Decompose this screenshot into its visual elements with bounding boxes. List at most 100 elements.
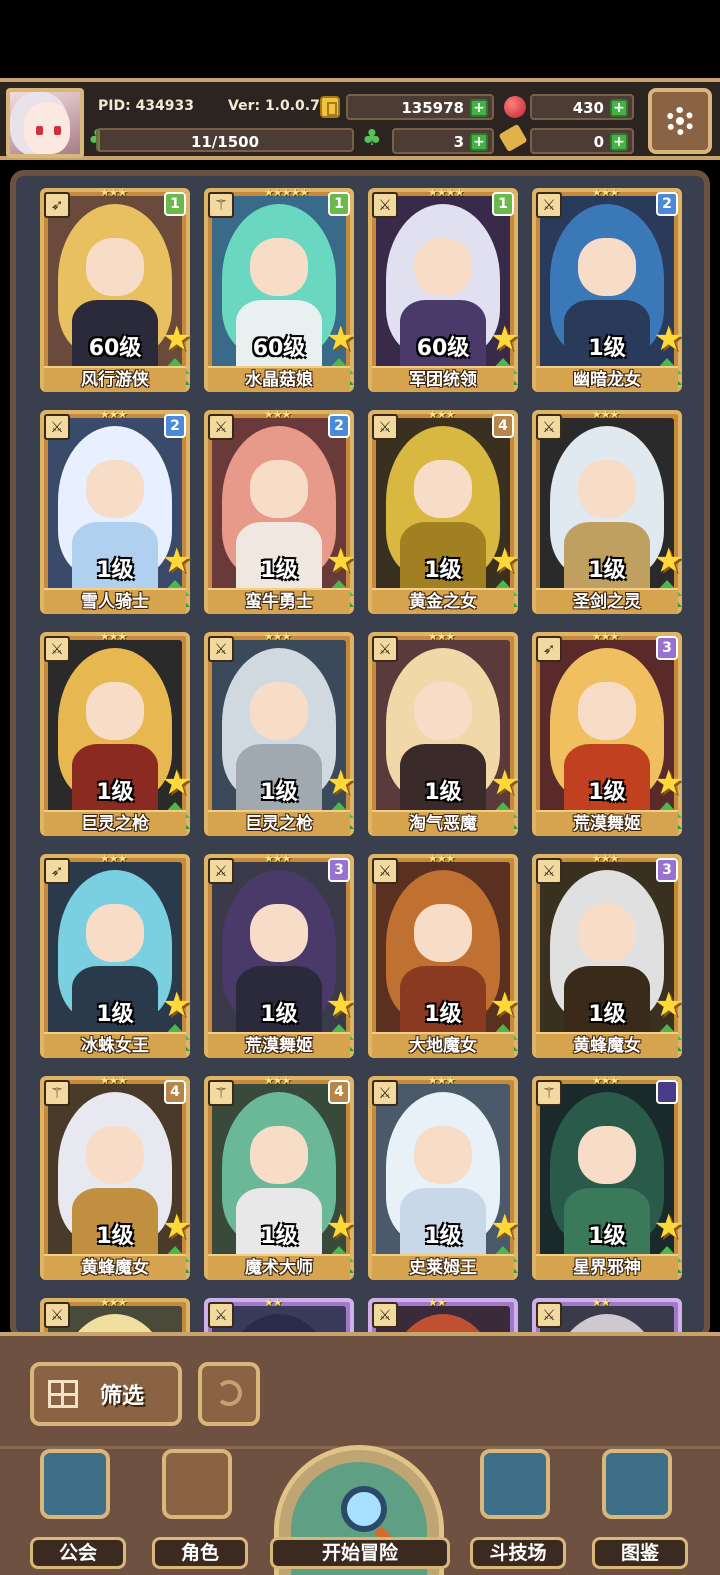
portrait-face — [414, 460, 472, 518]
character-card[interactable]: ⚔ ★★★★ 1 60级 ★ 军团统领 — [368, 186, 520, 392]
character-grid-panel: ➶ ★★★ 1 60级 ★ 风行游侠 ⚚ ★★★★★ 1 60级 ★ 水晶菇娘 … — [10, 170, 710, 1340]
star-upgrade-icon[interactable]: ★ — [654, 1210, 684, 1244]
character-card[interactable]: ⚔ ★★★ 3 1级 ★ 荒漠舞姬 — [204, 852, 356, 1058]
character-card[interactable]: ⚔ ★★★ 2 1级 ★ 幽暗龙女 — [532, 186, 684, 392]
nav-arena-label: 斗技场 — [470, 1537, 566, 1569]
rarity-stars: ★★★ — [592, 630, 620, 643]
settings-button[interactable] — [648, 88, 712, 154]
character-card[interactable]: ⚔ ★★★ 1级 ★ 巨灵之枪 — [204, 630, 356, 836]
character-card[interactable]: ⚔ ★★★ 4 1级 ★ 黄金之女 — [368, 408, 520, 614]
nav-character-label: 角色 — [152, 1537, 248, 1569]
rarity-stars: ★★★ — [264, 852, 292, 865]
star-upgrade-icon[interactable]: ★ — [654, 988, 684, 1022]
character-card[interactable]: ⚔ ★★★ 2 1级 ★ 蛮牛勇士 — [204, 408, 356, 614]
nav-guild-label: 公会 — [30, 1537, 126, 1569]
portrait-face — [578, 682, 636, 740]
portrait-face — [414, 682, 472, 740]
star-upgrade-icon[interactable]: ★ — [326, 766, 356, 800]
rank-badge: 4 — [328, 1080, 350, 1104]
star-upgrade-icon[interactable]: ★ — [162, 766, 192, 800]
nav-guild[interactable]: 公会 — [30, 1449, 126, 1569]
control-bar: 筛选 — [0, 1332, 720, 1446]
wand-icon: ⚚ — [536, 1080, 562, 1106]
wand-icon: ⚚ — [44, 1080, 70, 1106]
character-name: 水晶菇娘 — [208, 366, 350, 392]
character-card[interactable]: ⚔ ★★★ 1级 ★ 圣剑之灵 — [532, 408, 684, 614]
character-card[interactable]: ➶ ★★★ 1级 ★ 冰蛛女王 — [40, 852, 192, 1058]
nav-adventure-label: 开始冒险 — [270, 1537, 450, 1569]
refresh-button[interactable] — [198, 1362, 260, 1426]
wand-icon: ⚚ — [208, 1080, 234, 1106]
ticket-counter: 0 + — [530, 128, 634, 154]
bow-icon: ➶ — [536, 636, 562, 662]
star-upgrade-icon[interactable]: ★ — [326, 1210, 356, 1244]
star-upgrade-icon[interactable]: ★ — [326, 322, 356, 356]
character-card[interactable]: ⚔ ★★★ 3 1级 ★ 黄蜂魔女 — [532, 852, 684, 1058]
star-upgrade-icon[interactable]: ★ — [490, 988, 520, 1022]
portrait-face — [250, 1126, 308, 1184]
character-name: 蛮牛勇士 — [208, 588, 350, 614]
nav-arena[interactable]: 斗技场 — [470, 1449, 566, 1569]
add-ruby-button[interactable]: + — [610, 99, 628, 117]
add-clover-button[interactable]: + — [470, 133, 488, 151]
star-upgrade-icon[interactable]: ★ — [654, 322, 684, 356]
player-avatar[interactable] — [6, 88, 84, 158]
clover-counter: 3 + — [392, 128, 494, 154]
star-upgrade-icon[interactable]: ★ — [654, 766, 684, 800]
rarity-stars: ★★★ — [592, 408, 620, 421]
character-card[interactable]: ⚔ ★★★ 1级 ★ 史莱姆王 — [368, 1074, 520, 1280]
rank-badge: 4 — [492, 414, 514, 438]
star-upgrade-icon[interactable]: ★ — [162, 544, 192, 578]
bottom-panel: 筛选 公会 角色 开始冒险 斗技场 图鉴 — [0, 1332, 720, 1575]
add-ticket-button[interactable]: + — [610, 133, 628, 151]
portrait-face — [250, 238, 308, 296]
portrait-face — [578, 238, 636, 296]
rarity-stars: ★★★★ — [428, 186, 464, 199]
clover-icon: ♣ — [362, 126, 382, 151]
character-card[interactable]: ⚚ ★★★ 4 1级 ★ 黄蜂魔女 — [40, 1074, 192, 1280]
rank-badge: 3 — [328, 858, 350, 882]
gear-icon — [666, 107, 694, 135]
character-name: 黄蜂魔女 — [536, 1032, 678, 1058]
sword-icon: ⚔ — [536, 414, 562, 440]
nav-character[interactable]: 角色 — [152, 1449, 248, 1569]
star-upgrade-icon[interactable]: ★ — [490, 766, 520, 800]
filter-button[interactable]: 筛选 — [30, 1362, 182, 1426]
star-upgrade-icon[interactable]: ★ — [162, 988, 192, 1022]
character-card[interactable]: ⚔ ★★★ 1级 ★ 大地魔女 — [368, 852, 520, 1058]
character-grid: ➶ ★★★ 1 60级 ★ 风行游侠 ⚚ ★★★★★ 1 60级 ★ 水晶菇娘 … — [40, 186, 696, 1334]
star-upgrade-icon[interactable]: ★ — [326, 988, 356, 1022]
character-card[interactable]: ⚔ ★★★ 2 1级 ★ 雪人骑士 — [40, 408, 192, 614]
character-name: 风行游侠 — [44, 366, 186, 392]
character-card[interactable]: ⚚ ★★★ 4 1级 ★ 魔术大师 — [204, 1074, 356, 1280]
rarity-stars: ★★★ — [428, 630, 456, 643]
character-card[interactable]: ⚚ ★★★★★ 1 60级 ★ 水晶菇娘 — [204, 186, 356, 392]
portrait-face — [578, 460, 636, 518]
rarity-stars: ★★★ — [100, 1296, 128, 1309]
rarity-stars: ★★ — [428, 1296, 447, 1309]
character-name: 巨灵之枪 — [208, 810, 350, 836]
refresh-icon — [216, 1380, 242, 1406]
nav-adventure[interactable]: 开始冒险 — [270, 1529, 450, 1569]
star-upgrade-icon[interactable]: ★ — [654, 544, 684, 578]
add-gold-button[interactable]: + — [470, 99, 488, 117]
star-upgrade-icon[interactable]: ★ — [162, 1210, 192, 1244]
star-upgrade-icon[interactable]: ★ — [162, 322, 192, 356]
star-upgrade-icon[interactable]: ★ — [490, 1210, 520, 1244]
star-upgrade-icon[interactable]: ★ — [490, 322, 520, 356]
character-name: 幽暗龙女 — [536, 366, 678, 392]
character-card[interactable]: ⚔ ★★★ 1级 ★ 淘气恶魔 — [368, 630, 520, 836]
character-card[interactable]: ➶ ★★★ 3 1级 ★ 荒漠舞姬 — [532, 630, 684, 836]
sword-icon: ⚔ — [372, 636, 398, 662]
character-name: 魔术大师 — [208, 1254, 350, 1280]
sword-icon: ⚔ — [44, 1302, 70, 1328]
rarity-stars: ★★★ — [264, 1074, 292, 1087]
star-upgrade-icon[interactable]: ★ — [490, 544, 520, 578]
nav-codex[interactable]: 图鉴 — [592, 1449, 688, 1569]
character-name: 军团统领 — [372, 366, 514, 392]
character-card[interactable]: ⚔ ★★★ 1级 ★ 巨灵之枪 — [40, 630, 192, 836]
character-card[interactable]: ⚚ ★★★ 1级 ★ 星界邪神 — [532, 1074, 684, 1280]
character-card[interactable]: ➶ ★★★ 1 60级 ★ 风行游侠 — [40, 186, 192, 392]
star-upgrade-icon[interactable]: ★ — [326, 544, 356, 578]
rarity-stars: ★★★ — [100, 408, 128, 421]
